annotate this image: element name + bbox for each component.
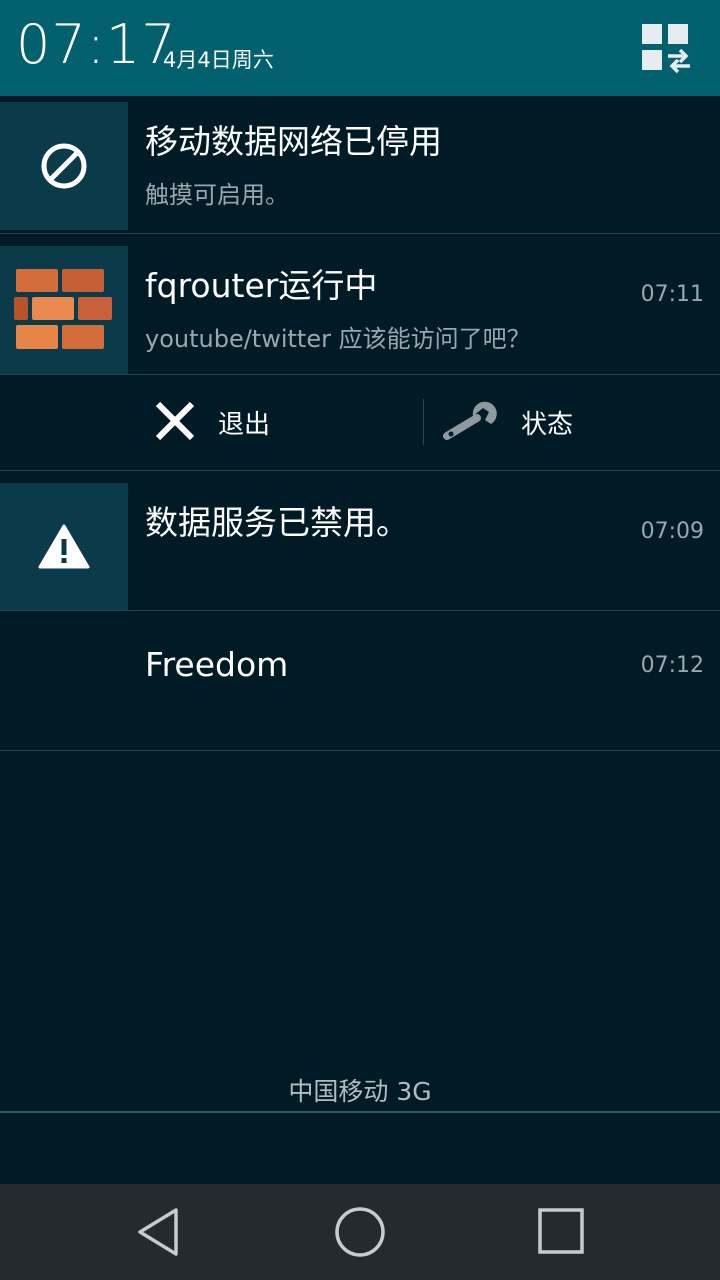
warning-icon (0, 483, 128, 610)
exit-label: 退出 (218, 410, 271, 440)
brick-wall-icon (0, 246, 128, 374)
notification-time: 07:12 (640, 653, 704, 678)
divider (0, 233, 720, 234)
home-icon[interactable] (334, 1206, 386, 1258)
notification-subtitle: 触摸可启用。 (145, 181, 289, 209)
navigation-bar (0, 1184, 720, 1280)
exit-button[interactable]: 退出 (152, 375, 270, 470)
shade-header: 07:17 4月4日周六 (0, 0, 720, 96)
carrier-divider (0, 1111, 720, 1113)
action-separator (423, 399, 424, 445)
notification-freedom[interactable]: Freedom 07:12 (0, 623, 720, 750)
status-label: 状态 (521, 410, 574, 440)
divider (0, 470, 720, 471)
fqrouter-actions: 退出 状态 (0, 375, 720, 470)
divider (0, 750, 720, 751)
date[interactable]: 4月4日周六 (163, 50, 274, 71)
notification-title: 数据服务已禁用。 (145, 503, 409, 542)
back-icon[interactable] (132, 1206, 184, 1258)
notification-data-service[interactable]: 数据服务已禁用。 07:09 (0, 483, 720, 610)
divider (0, 610, 720, 611)
notification-subtitle: youtube/twitter 应该能访问了吧？ (145, 325, 531, 353)
notification-time: 07:09 (640, 519, 704, 544)
clock[interactable]: 07:17 (16, 18, 177, 72)
notification-title: Freedom (145, 645, 289, 684)
block-icon (0, 102, 128, 230)
notification-title: fqrouter运行中 (145, 266, 378, 305)
notification-shade: 07:17 4月4日周六 移动数据网络已停用 触摸可启用。 fqrouter运行… (0, 0, 720, 1280)
notification-mobile-data[interactable]: 移动数据网络已停用 触摸可启用。 (0, 102, 720, 233)
status-button[interactable]: 状态 (443, 375, 573, 470)
carrier-label: 中国移动 3G (288, 1077, 432, 1106)
quick-settings-toggle-icon[interactable] (640, 22, 692, 74)
notification-fqrouter[interactable]: fqrouter运行中 youtube/twitter 应该能访问了吧？ 07:… (0, 246, 720, 374)
notification-title: 移动数据网络已停用 (145, 122, 442, 161)
recents-icon[interactable] (536, 1206, 588, 1258)
wrench-icon (443, 398, 501, 448)
close-icon (152, 398, 198, 448)
notification-time: 07:11 (640, 282, 704, 307)
